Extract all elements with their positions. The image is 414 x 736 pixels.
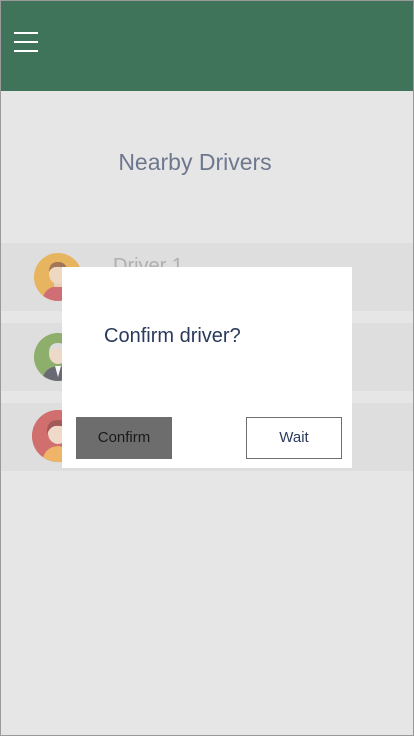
confirm-button[interactable]: Confirm: [76, 417, 172, 459]
confirm-driver-dialog: Confirm driver? Confirm Wait: [62, 267, 352, 468]
hamburger-menu-icon[interactable]: [14, 32, 38, 52]
dialog-message: Confirm driver?: [104, 325, 241, 347]
top-app-bar: [1, 1, 413, 91]
app-screen: Nearby Drivers Driver 1 Confirm driver? …: [0, 0, 414, 736]
wait-button[interactable]: Wait: [246, 417, 342, 459]
